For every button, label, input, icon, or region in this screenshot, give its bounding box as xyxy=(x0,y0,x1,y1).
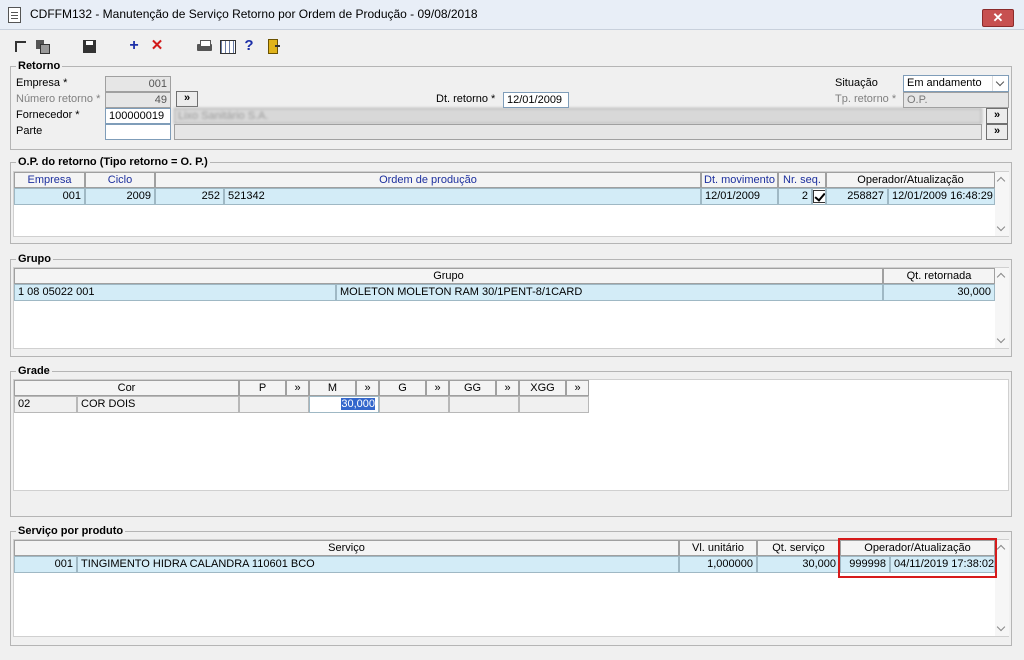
grade-header-cor[interactable]: Cor xyxy=(14,380,239,396)
grade-cell-p[interactable] xyxy=(239,396,309,413)
parte-field[interactable] xyxy=(105,124,171,140)
help-icon[interactable]: ? xyxy=(241,38,257,54)
grade-expand-p[interactable]: » xyxy=(286,380,309,396)
grupo-scrollbar[interactable] xyxy=(995,268,1009,348)
grade-header-p[interactable]: P xyxy=(239,380,286,396)
document-icon xyxy=(8,7,21,23)
fornecedor-field[interactable]: 100000019 xyxy=(105,108,171,124)
servico-scrollbar[interactable] xyxy=(995,540,1009,636)
window-title: CDFFM132 - Manutenção de Serviço Retorno… xyxy=(30,7,478,21)
op-cell-ordem-code[interactable]: 521342 xyxy=(224,188,701,205)
dt-retorno-label: Dt. retorno * xyxy=(436,93,496,105)
op-cell-ciclo[interactable]: 2009 xyxy=(85,188,155,205)
op-cell-dt-movimento[interactable]: 12/01/2009 xyxy=(701,188,778,205)
grupo-cell-qt[interactable]: 30,000 xyxy=(883,284,995,301)
fornecedor-name-field: Lixo Sanitário S.A. xyxy=(174,108,982,124)
tp-retorno-label: Tp. retorno * xyxy=(835,93,897,105)
situacao-select[interactable]: Em andamento xyxy=(903,75,1009,92)
grade-expand-gg[interactable]: » xyxy=(496,380,519,396)
servico-cell-code[interactable]: 001 xyxy=(14,556,77,573)
parte-lookup-button[interactable]: » xyxy=(986,124,1008,140)
add-icon[interactable]: + xyxy=(126,38,142,54)
highlight-box xyxy=(838,538,997,578)
copy-icon[interactable] xyxy=(34,38,50,54)
situacao-label: Situação xyxy=(835,77,878,89)
scroll-down-icon[interactable] xyxy=(996,222,1006,232)
grade-cell-gg[interactable] xyxy=(449,396,519,413)
op-cell-check[interactable] xyxy=(812,188,826,205)
exit-icon[interactable] xyxy=(265,38,281,54)
numero-lookup-button[interactable]: » xyxy=(176,91,198,107)
grade-cell-m[interactable]: 30,000 xyxy=(309,396,379,413)
scroll-up-icon[interactable] xyxy=(996,176,1006,186)
grade-cell-g[interactable] xyxy=(379,396,449,413)
grade-header-g[interactable]: G xyxy=(379,380,426,396)
parte-name-field xyxy=(174,124,982,140)
servico-cell-description[interactable]: TINGIMENTO HIDRA CALANDRA 110601 BCO xyxy=(77,556,679,573)
empresa-label: Empresa * xyxy=(16,77,68,89)
grupo-header-grupo[interactable]: Grupo xyxy=(14,268,883,284)
grade-group-label: Grade xyxy=(16,365,52,377)
dt-retorno-field[interactable]: 12/01/2009 xyxy=(503,92,569,108)
servico-cell-vl-unitario[interactable]: 1,000000 xyxy=(679,556,757,573)
grade-expand-g[interactable]: » xyxy=(426,380,449,396)
numero-retorno-field[interactable]: 49 xyxy=(105,92,171,108)
grade-expand-xgg[interactable]: » xyxy=(566,380,589,396)
grade-header-m[interactable]: M xyxy=(309,380,356,396)
grid-icon[interactable] xyxy=(219,38,236,54)
op-header-ciclo[interactable]: Ciclo xyxy=(85,172,155,188)
op-header-ordem[interactable]: Ordem de produção xyxy=(155,172,701,188)
empresa-field[interactable]: 001 xyxy=(105,76,171,92)
back-icon[interactable] xyxy=(13,38,29,54)
situacao-value: Em andamento xyxy=(907,77,982,89)
op-cell-empresa[interactable]: 001 xyxy=(14,188,85,205)
op-cell-ordem-num[interactable]: 252 xyxy=(155,188,224,205)
print-icon[interactable] xyxy=(196,38,212,54)
grupo-group-label: Grupo xyxy=(16,253,53,265)
fornecedor-label: Fornecedor * xyxy=(16,109,80,121)
servico-header-qt-servico[interactable]: Qt. serviço xyxy=(757,540,840,556)
grupo-cell-description[interactable]: MOLETON MOLETON RAM 30/1PENT-8/1CARD xyxy=(336,284,883,301)
grupo-cell-code[interactable]: 1 08 05022 001 xyxy=(14,284,336,301)
retorno-group-label: Retorno xyxy=(16,60,63,72)
op-cell-nr-seq[interactable]: 2 xyxy=(778,188,812,205)
scroll-up-icon[interactable] xyxy=(996,272,1006,282)
op-cell-operador[interactable]: 258827 xyxy=(826,188,888,205)
grade-header-gg[interactable]: GG xyxy=(449,380,496,396)
op-header-dt-movimento[interactable]: Dt. movimento xyxy=(701,172,778,188)
grade-header-xgg[interactable]: XGG xyxy=(519,380,566,396)
servico-cell-qt-servico[interactable]: 30,000 xyxy=(757,556,840,573)
close-button[interactable]: ✕ xyxy=(982,9,1014,27)
grade-cell-cor-code[interactable]: 02 xyxy=(14,396,77,413)
scroll-down-icon[interactable] xyxy=(996,622,1006,632)
save-icon[interactable] xyxy=(81,38,97,54)
grade-cell-cor-name[interactable]: COR DOIS xyxy=(77,396,239,413)
fornecedor-lookup-button[interactable]: » xyxy=(986,108,1008,124)
op-header-empresa[interactable]: Empresa xyxy=(14,172,85,188)
title-bar: CDFFM132 - Manutenção de Serviço Retorno… xyxy=(0,0,1024,30)
servico-header-servico[interactable]: Serviço xyxy=(14,540,679,556)
scroll-up-icon[interactable] xyxy=(996,544,1006,554)
servico-header-vl-unitario[interactable]: Vl. unitário xyxy=(679,540,757,556)
op-cell-atualizacao[interactable]: 12/01/2009 16:48:29 xyxy=(888,188,995,205)
checkbox-checked-icon[interactable] xyxy=(813,190,825,203)
op-scrollbar[interactable] xyxy=(995,172,1009,236)
numero-retorno-label: Número retorno * xyxy=(16,93,101,105)
scroll-down-icon[interactable] xyxy=(996,334,1006,344)
tp-retorno-field[interactable]: O.P. xyxy=(903,92,1009,108)
delete-icon[interactable]: ✕ xyxy=(149,38,165,54)
grade-expand-m[interactable]: » xyxy=(356,380,379,396)
op-header-operador[interactable]: Operador/Atualização xyxy=(826,172,995,188)
grade-cell-xgg[interactable] xyxy=(519,396,589,413)
op-header-nr-seq[interactable]: Nr. seq. xyxy=(778,172,826,188)
grade-cell-m-value: 30,000 xyxy=(341,398,375,410)
op-group-label: O.P. do retorno (Tipo retorno = O. P.) xyxy=(16,156,210,168)
parte-label: Parte xyxy=(16,125,43,137)
servico-group-label: Serviço por produto xyxy=(16,525,126,537)
grupo-header-qt[interactable]: Qt. retornada xyxy=(883,268,995,284)
chevron-down-icon xyxy=(992,76,1008,91)
